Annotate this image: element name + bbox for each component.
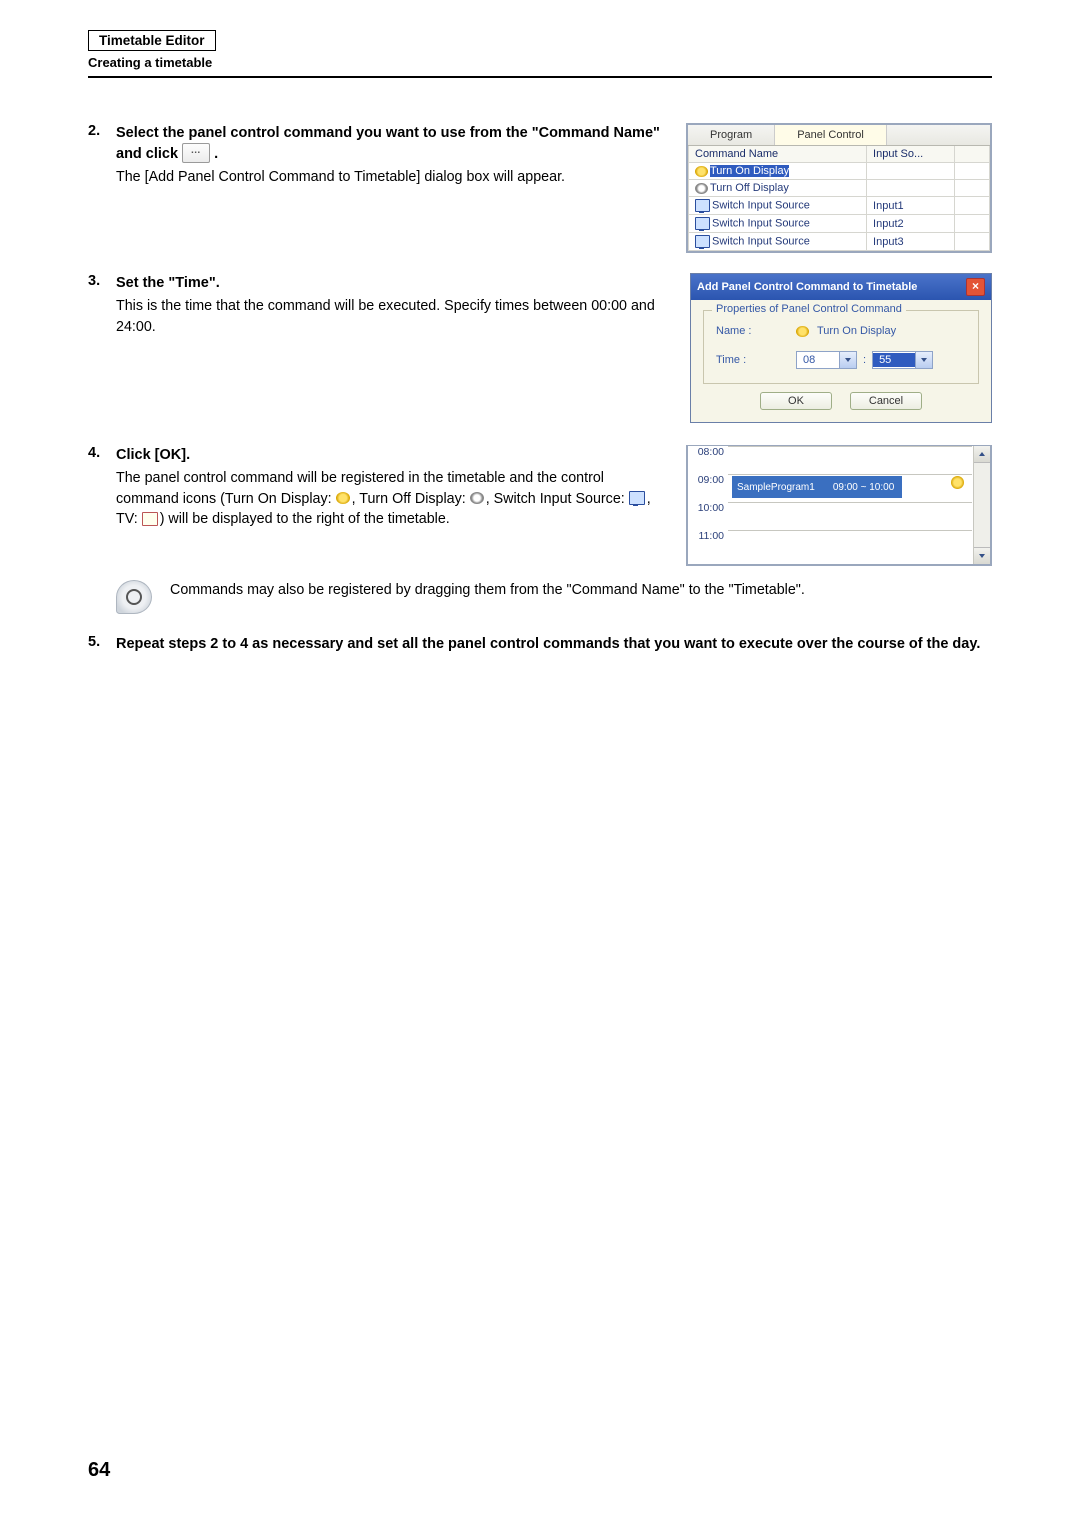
note-text: Commands may also be registered by dragg… (170, 580, 805, 601)
bulb-on-icon (695, 166, 708, 177)
properties-group: Properties of Panel Control Command Name… (703, 310, 979, 384)
panel-control-panel: Program Panel Control Command Name Input… (686, 123, 992, 253)
chevron-down-icon (915, 352, 932, 368)
bulb-on-icon (336, 492, 350, 504)
bulb-off-icon (470, 492, 484, 504)
page: Timetable Editor Creating a timetable 2.… (0, 0, 1080, 1524)
step-4-desc: The panel control command will be regist… (116, 468, 668, 530)
tab-panel-control[interactable]: Panel Control (775, 125, 887, 145)
tab-program[interactable]: Program (688, 125, 775, 145)
row-name: Name : Turn On Display (716, 325, 966, 337)
header-box: Timetable Editor (88, 30, 216, 51)
timetable-block[interactable]: SampleProgram1 09:00 ~ 10:00 (732, 476, 902, 498)
timetable-view: 08:00 09:00 10:00 (686, 445, 992, 566)
header-rule (88, 76, 992, 78)
step-5: 5. Repeat steps 2 to 4 as necessary and … (88, 634, 992, 655)
bulb-on-icon (796, 326, 809, 337)
table-row[interactable]: Turn On Display (689, 163, 990, 180)
bulb-on-icon (951, 476, 964, 489)
time-label: Time : (716, 354, 796, 366)
step-3-num: 3. (88, 273, 116, 423)
cancel-button[interactable]: Cancel (850, 392, 922, 410)
table-row[interactable]: Switch Input Source Input3 (689, 233, 990, 251)
add-command-dialog: Add Panel Control Command to Timetable ×… (690, 273, 992, 423)
header: Timetable Editor Creating a timetable (88, 30, 992, 78)
step-5-num: 5. (88, 634, 116, 655)
step-2-title: Select the panel control command you wan… (116, 123, 668, 165)
time-minute-combo[interactable]: 55 (872, 351, 933, 369)
dialog-body: Properties of Panel Control Command Name… (691, 300, 991, 422)
dialog-buttons: OK Cancel (703, 392, 979, 410)
page-number: 64 (88, 1459, 110, 1482)
tab-bar: Program Panel Control (688, 125, 990, 146)
monitor-icon (695, 235, 710, 248)
header-sub: Creating a timetable (88, 55, 992, 70)
step-2-num: 2. (88, 123, 116, 253)
scroll-up-icon[interactable] (974, 446, 990, 463)
ok-button[interactable]: OK (760, 392, 832, 410)
name-label: Name : (716, 325, 796, 337)
command-table: Command Name Input So... Turn On Display (688, 146, 990, 251)
scroll-down-icon[interactable] (974, 547, 990, 564)
scrollbar[interactable] (973, 446, 990, 564)
row-time: Time : 08 : 55 (716, 351, 966, 369)
step-3-title: Set the "Time". (116, 273, 672, 294)
close-icon[interactable]: × (966, 278, 985, 296)
tv-icon (142, 512, 158, 526)
monitor-icon (629, 491, 645, 505)
timetable-row: 10:00 (688, 502, 990, 530)
monitor-icon (695, 217, 710, 230)
table-row[interactable]: Switch Input Source Input1 (689, 197, 990, 215)
dialog-title: Add Panel Control Command to Timetable (697, 281, 917, 293)
table-row[interactable]: Switch Input Source Input2 (689, 215, 990, 233)
time-hour-combo[interactable]: 08 (796, 351, 857, 369)
ellipsis-button-icon (182, 143, 210, 163)
step-4-title: Click [OK]. (116, 445, 668, 466)
step-3: 3. Set the "Time". This is the time that… (88, 273, 992, 423)
step-2: 2. Select the panel control command you … (88, 123, 992, 253)
step-3-desc: This is the time that the command will b… (116, 296, 672, 337)
step-4: 4. Click [OK]. The panel control command… (88, 445, 992, 614)
step-list: 2. Select the panel control command you … (88, 123, 992, 655)
note: Commands may also be registered by dragg… (116, 580, 992, 614)
table-row[interactable]: Turn Off Display (689, 180, 990, 197)
col-command-name: Command Name (689, 146, 867, 163)
tip-icon (116, 580, 152, 614)
monitor-icon (695, 199, 710, 212)
step-4-num: 4. (88, 445, 116, 614)
step-5-title: Repeat steps 2 to 4 as necessary and set… (116, 634, 992, 655)
dialog-titlebar: Add Panel Control Command to Timetable × (691, 274, 991, 300)
chevron-down-icon (839, 352, 856, 368)
bulb-off-icon (695, 183, 708, 194)
timetable-row: 11:00 (688, 530, 990, 558)
name-value: Turn On Display (817, 325, 896, 337)
step-2-desc: The [Add Panel Control Command to Timeta… (116, 167, 668, 188)
table-header-row: Command Name Input So... (689, 146, 990, 163)
timetable-row: 08:00 (688, 446, 990, 474)
group-legend: Properties of Panel Control Command (712, 303, 906, 315)
col-input-source: Input So... (867, 146, 955, 163)
